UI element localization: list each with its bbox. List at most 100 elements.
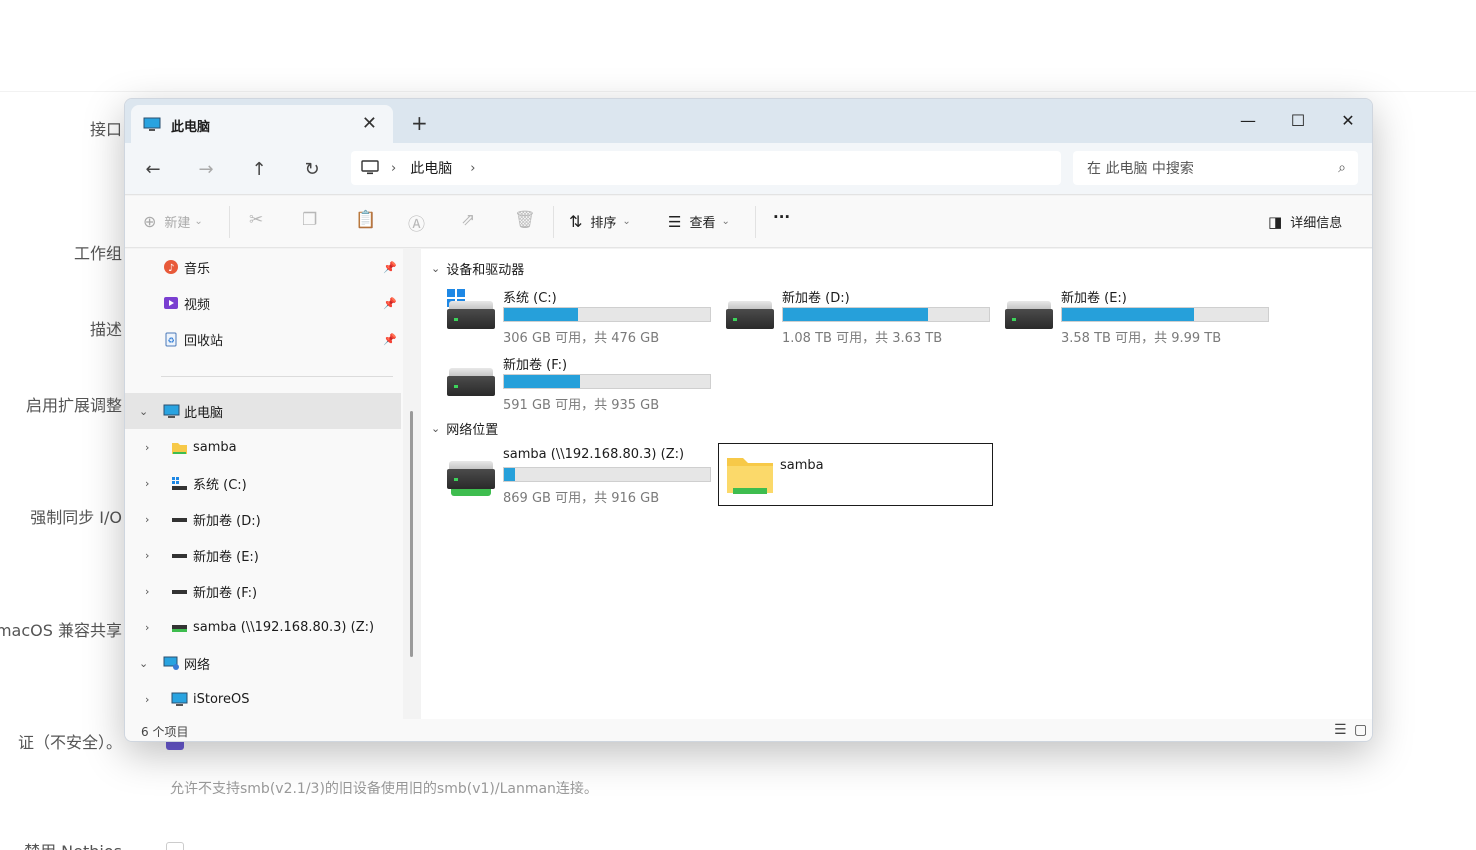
title-bar: 此电脑 ✕ + — ☐ ✕ bbox=[125, 99, 1372, 145]
drive-space-text: 3.58 TB 可用，共 9.99 TB bbox=[1061, 331, 1222, 346]
setting-label-disable-netbios: 禁用 Netbios bbox=[24, 838, 122, 850]
network-drive-icon bbox=[172, 624, 187, 632]
maximize-button[interactable]: ☐ bbox=[1275, 105, 1321, 135]
minimize-button[interactable]: — bbox=[1225, 105, 1271, 135]
sort-button[interactable]: ⇅ 排序 ⌄ bbox=[569, 212, 631, 231]
sidebar-item-recycle-bin[interactable]: ♻ 回收站 📌 bbox=[125, 321, 401, 357]
sidebar-item-music[interactable]: ♪ 音乐 📌 bbox=[125, 249, 401, 285]
tab-label: 此电脑 bbox=[171, 119, 211, 135]
breadcrumb-separator[interactable]: › bbox=[391, 161, 396, 176]
pin-icon[interactable]: 📌 bbox=[383, 333, 397, 346]
share-icon[interactable]: ⇗ bbox=[461, 210, 475, 230]
paste-icon[interactable]: 📋 bbox=[355, 210, 376, 230]
sidebar-item-istoreos[interactable]: › iStoreOS bbox=[125, 681, 401, 717]
network-folder-samba[interactable]: samba bbox=[718, 443, 993, 506]
chevron-down-icon[interactable]: ⌄ bbox=[139, 405, 148, 418]
chevron-right-icon[interactable]: › bbox=[145, 513, 149, 526]
drive-usage-fill bbox=[504, 468, 515, 481]
drive-icon bbox=[1005, 295, 1053, 335]
search-box[interactable]: 在 此电脑 中搜索 ⌕ bbox=[1073, 151, 1358, 185]
new-tab-button[interactable]: + bbox=[411, 111, 428, 135]
network-drive-icon bbox=[447, 455, 495, 496]
cut-icon[interactable]: ✂ bbox=[249, 210, 263, 230]
drive-usage-bar bbox=[503, 467, 711, 482]
drive-tile-f[interactable]: 新加卷 (F:) 591 GB 可用，共 935 GB bbox=[441, 354, 711, 414]
tiles-view-icon[interactable]: ▢ bbox=[1354, 722, 1367, 738]
folder-name: samba bbox=[780, 458, 824, 473]
network-group-header[interactable]: ⌄ 网络位置 bbox=[431, 419, 498, 438]
sidebar-item-drive-d[interactable]: › 新加卷 (D:) bbox=[125, 501, 401, 537]
drive-tile-c[interactable]: 系统 (C:) 306 GB 可用，共 476 GB bbox=[441, 287, 711, 347]
details-view-icon[interactable]: ☰ bbox=[1334, 722, 1347, 738]
item-count: 6 个项目 bbox=[141, 725, 189, 739]
page-header-band bbox=[0, 0, 1476, 92]
sidebar-item-drive-f[interactable]: › 新加卷 (F:) bbox=[125, 573, 401, 609]
details-pane-button[interactable]: ◨ 详细信息 bbox=[1268, 212, 1342, 232]
close-button[interactable]: ✕ bbox=[1325, 105, 1371, 135]
svg-text:♻: ♻ bbox=[168, 336, 175, 345]
chevron-down-icon: ⌄ bbox=[431, 262, 441, 275]
up-arrow-icon[interactable]: ↑ bbox=[245, 155, 273, 183]
toolbar-divider bbox=[229, 206, 230, 238]
pin-icon[interactable]: 📌 bbox=[383, 297, 397, 310]
sidebar-label: 新加卷 (E:) bbox=[193, 549, 259, 565]
copy-icon[interactable]: ❐ bbox=[302, 210, 317, 230]
breadcrumb-this-pc[interactable]: 此电脑 bbox=[410, 158, 452, 178]
forward-arrow-icon[interactable]: → bbox=[192, 155, 220, 183]
search-input[interactable]: 在 此电脑 中搜索 bbox=[1087, 158, 1194, 178]
drive-name: 新加卷 (E:) bbox=[1061, 291, 1127, 306]
delete-icon[interactable]: 🗑 bbox=[514, 210, 536, 230]
sidebar-item-drive-e[interactable]: › 新加卷 (E:) bbox=[125, 537, 401, 573]
sidebar-item-videos[interactable]: 视频 📌 bbox=[125, 285, 401, 321]
chevron-right-icon[interactable]: › bbox=[145, 549, 149, 562]
drive-tile-e[interactable]: 新加卷 (E:) 3.58 TB 可用，共 9.99 TB bbox=[999, 287, 1269, 347]
drive-name: 新加卷 (F:) bbox=[503, 358, 568, 373]
disable-netbios-checkbox[interactable] bbox=[166, 842, 184, 850]
sidebar-item-samba-z[interactable]: › samba (\\192.168.80.3) (Z:) bbox=[125, 609, 401, 645]
tab-close-icon[interactable]: ✕ bbox=[362, 113, 377, 134]
network-drive-tile-z[interactable]: samba (\\192.168.80.3) (Z:) 869 GB 可用，共 … bbox=[441, 447, 711, 507]
sidebar-item-network[interactable]: ⌄ 网络 bbox=[125, 645, 401, 681]
pin-icon[interactable]: 📌 bbox=[383, 261, 397, 274]
sidebar-item-samba[interactable]: › samba bbox=[125, 429, 401, 465]
chevron-right-icon[interactable]: › bbox=[145, 621, 149, 634]
sidebar-label: 回收站 bbox=[184, 333, 224, 349]
drive-icon bbox=[172, 517, 187, 522]
devices-group-header[interactable]: ⌄ 设备和驱动器 bbox=[431, 259, 524, 278]
drive-icon bbox=[172, 553, 187, 558]
chevron-right-icon[interactable]: › bbox=[145, 585, 149, 598]
back-arrow-icon[interactable]: ← bbox=[139, 155, 167, 183]
computer-icon bbox=[361, 160, 379, 175]
drive-usage-fill bbox=[783, 308, 928, 321]
new-label: 新建 bbox=[164, 216, 191, 231]
sort-icon: ⇅ bbox=[569, 212, 583, 231]
details-pane-icon: ◨ bbox=[1268, 212, 1283, 231]
system-drive-icon bbox=[172, 476, 187, 490]
drive-name: 新加卷 (D:) bbox=[782, 291, 850, 306]
address-bar[interactable]: › 此电脑 › bbox=[351, 151, 1061, 185]
group-title: 网络位置 bbox=[446, 423, 499, 438]
tab-this-pc[interactable]: 此电脑 ✕ bbox=[131, 105, 393, 145]
sidebar-scrollbar[interactable] bbox=[410, 411, 413, 657]
group-title: 设备和驱动器 bbox=[446, 263, 525, 278]
file-list: ⌄ 设备和驱动器 系统 (C:) 306 GB 可用，共 476 GB 新加卷 … bbox=[421, 249, 1372, 719]
more-options-button[interactable]: ··· bbox=[773, 208, 790, 226]
sidebar-item-this-pc[interactable]: ⌄ 此电脑 bbox=[125, 393, 401, 429]
chevron-down-icon[interactable]: ⌄ bbox=[139, 657, 148, 670]
sidebar-label: samba (\\192.168.80.3) (Z:) bbox=[193, 619, 375, 635]
rename-icon[interactable]: Ⓐ bbox=[408, 210, 425, 235]
computer-icon bbox=[171, 692, 188, 706]
view-button[interactable]: ☰ 查看 ⌄ bbox=[668, 212, 730, 232]
chevron-right-icon[interactable]: › bbox=[145, 477, 149, 490]
sidebar-item-drive-c[interactable]: › 系统 (C:) bbox=[125, 465, 401, 501]
chevron-right-icon[interactable]: › bbox=[145, 693, 149, 706]
breadcrumb-chevron[interactable]: › bbox=[470, 161, 475, 176]
refresh-icon[interactable]: ↻ bbox=[298, 155, 326, 183]
monitor-icon bbox=[163, 404, 180, 418]
view-label: 查看 bbox=[689, 216, 716, 231]
new-button[interactable]: ⊕ 新建 ⌄ bbox=[143, 212, 203, 231]
chevron-right-icon[interactable]: › bbox=[145, 441, 149, 454]
search-icon[interactable]: ⌕ bbox=[1338, 160, 1346, 176]
drive-tile-d[interactable]: 新加卷 (D:) 1.08 TB 可用，共 3.63 TB bbox=[720, 287, 990, 347]
plus-circle-icon: ⊕ bbox=[143, 212, 157, 231]
